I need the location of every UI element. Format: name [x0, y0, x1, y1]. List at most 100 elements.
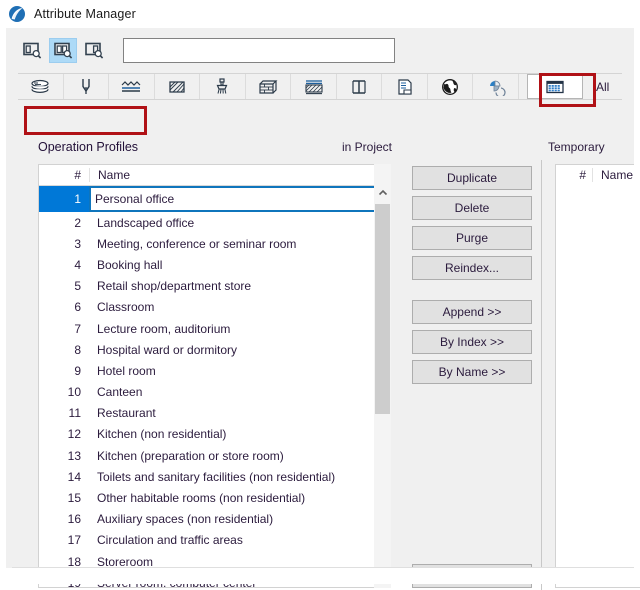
show-right-pane-icon[interactable] — [80, 38, 108, 63]
tab-cities[interactable] — [428, 74, 474, 99]
tab-line-types[interactable] — [109, 74, 155, 99]
scrollbar-thumb[interactable] — [375, 204, 390, 414]
table-row[interactable]: 11Restaurant — [39, 403, 389, 424]
row-number: 13 — [39, 449, 89, 463]
row-name-cell[interactable]: Hospital ward or dormitory — [89, 343, 389, 357]
by-name-button[interactable]: By Name >> — [412, 360, 532, 384]
row-number: 12 — [39, 427, 89, 441]
row-number: 6 — [39, 300, 89, 314]
tab-pens-and-colors[interactable] — [64, 74, 110, 99]
row-name-cell[interactable]: Kitchen (non residential) — [89, 427, 389, 441]
window-title: Attribute Manager — [34, 7, 136, 21]
building-materials-icon — [257, 78, 279, 96]
table-row[interactable]: 10Canteen — [39, 382, 389, 403]
by-index-button[interactable]: By Index >> — [412, 330, 532, 354]
column-header-name: Name — [89, 168, 389, 182]
row-name-cell[interactable]: Kitchen (preparation or store room) — [89, 449, 389, 463]
show-left-pane-icon[interactable] — [18, 38, 46, 63]
table-row[interactable]: 15Other habitable rooms (non residential… — [39, 487, 389, 508]
row-name-cell[interactable]: Booking hall — [89, 258, 389, 272]
table-row[interactable]: 3Meeting, conference or seminar room — [39, 233, 389, 254]
row-name-input[interactable] — [89, 186, 389, 212]
tab-operation-profiles[interactable] — [527, 74, 583, 99]
row-name-cell[interactable]: Auxiliary spaces (non residential) — [89, 512, 389, 526]
attribute-list[interactable]: # Name 12Landscaped office3Meeting, conf… — [38, 164, 390, 588]
delete-button[interactable]: Delete — [412, 196, 532, 220]
row-number: 15 — [39, 491, 89, 505]
row-name-cell[interactable]: Canteen — [89, 385, 389, 399]
pen-icon — [78, 77, 94, 97]
table-row[interactable]: 8Hospital ward or dormitory — [39, 339, 389, 360]
list-scrollbar[interactable] — [374, 164, 391, 588]
column-header-name: Name — [592, 168, 640, 182]
row-name-cell[interactable]: Lecture room, auditorium — [89, 322, 389, 336]
row-name-cell[interactable]: Meeting, conference or seminar room — [89, 237, 389, 251]
tab-surfaces[interactable] — [200, 74, 246, 99]
composites-icon — [303, 78, 325, 96]
row-name-cell[interactable]: Toilets and sanitary facilities (non res… — [89, 470, 389, 484]
temporary-list-header: # Name — [556, 165, 640, 185]
table-row[interactable]: 13Kitchen (preparation or store room) — [39, 445, 389, 466]
temporary-list[interactable]: # Name — [555, 164, 640, 588]
city-icon — [440, 77, 460, 97]
list-header: # Name — [39, 165, 389, 186]
title-bar: Attribute Manager — [0, 0, 640, 28]
row-name-cell[interactable]: Landscaped office — [89, 216, 389, 230]
panel-divider — [541, 160, 542, 590]
content-frame: All Operation Profiles in Project # Name… — [6, 28, 634, 568]
row-number: 16 — [39, 512, 89, 526]
row-number: 9 — [39, 364, 89, 378]
table-row[interactable]: 4Booking hall — [39, 254, 389, 275]
table-row[interactable]: 7Lecture room, auditorium — [39, 318, 389, 339]
table-row[interactable]: 14Toilets and sanitary facilities (non r… — [39, 466, 389, 487]
show-both-panes-icon[interactable] — [49, 38, 77, 63]
archicad-logo-icon — [8, 5, 26, 23]
attribute-type-tabbar: All — [18, 73, 622, 100]
tab-fill-types[interactable] — [155, 74, 201, 99]
table-row[interactable]: 9Hotel room — [39, 360, 389, 381]
tab-layers[interactable] — [18, 74, 64, 99]
window-border-bottom — [0, 568, 640, 584]
row-number: 10 — [39, 385, 89, 399]
row-number: 3 — [39, 237, 89, 251]
table-row[interactable]: 1 — [39, 186, 389, 212]
profiles-icon — [349, 78, 369, 96]
duplicate-button[interactable]: Duplicate — [412, 166, 532, 190]
column-header-number: # — [39, 168, 89, 182]
tab-profiles[interactable] — [337, 74, 383, 99]
surfaces-icon — [212, 77, 232, 97]
row-number: 1 — [39, 186, 89, 212]
reindex-button[interactable]: Reindex... — [412, 256, 532, 280]
append-button[interactable]: Append >> — [412, 300, 532, 324]
table-row[interactable]: 6Classroom — [39, 297, 389, 318]
tab-all[interactable]: All — [583, 74, 622, 99]
row-number: 5 — [39, 279, 89, 293]
row-name-cell[interactable]: Hotel room — [89, 364, 389, 378]
table-row[interactable]: 12Kitchen (non residential) — [39, 424, 389, 445]
chevron-up-icon[interactable] — [374, 184, 391, 201]
view-mode-toolbar — [18, 38, 395, 63]
row-name-cell[interactable] — [89, 186, 389, 212]
search-input[interactable] — [123, 38, 395, 63]
source-label: in Project — [342, 140, 392, 154]
table-row[interactable]: 17Circulation and traffic areas — [39, 530, 389, 551]
column-header-number: # — [556, 168, 592, 182]
tab-zone-categories[interactable] — [382, 74, 428, 99]
row-name-cell[interactable]: Retail shop/department store — [89, 279, 389, 293]
row-name-cell[interactable]: Circulation and traffic areas — [89, 533, 389, 547]
row-number: 4 — [39, 258, 89, 272]
row-number: 14 — [39, 470, 89, 484]
tab-mep-systems[interactable] — [473, 74, 519, 99]
tab-building-materials[interactable] — [246, 74, 292, 99]
table-row[interactable]: 5Retail shop/department store — [39, 276, 389, 297]
row-name-cell[interactable]: Classroom — [89, 300, 389, 314]
page-title: Operation Profiles — [38, 140, 138, 154]
table-row[interactable]: 16Auxiliary spaces (non residential) — [39, 509, 389, 530]
tab-composites[interactable] — [291, 74, 337, 99]
row-name-cell[interactable]: Restaurant — [89, 406, 389, 420]
row-name-cell[interactable]: Other habitable rooms (non residential) — [89, 491, 389, 505]
purge-button[interactable]: Purge — [412, 226, 532, 250]
operation-profiles-icon — [544, 78, 566, 96]
left-panel-header: Operation Profiles in Project — [32, 137, 392, 159]
table-row[interactable]: 2Landscaped office — [39, 212, 389, 233]
